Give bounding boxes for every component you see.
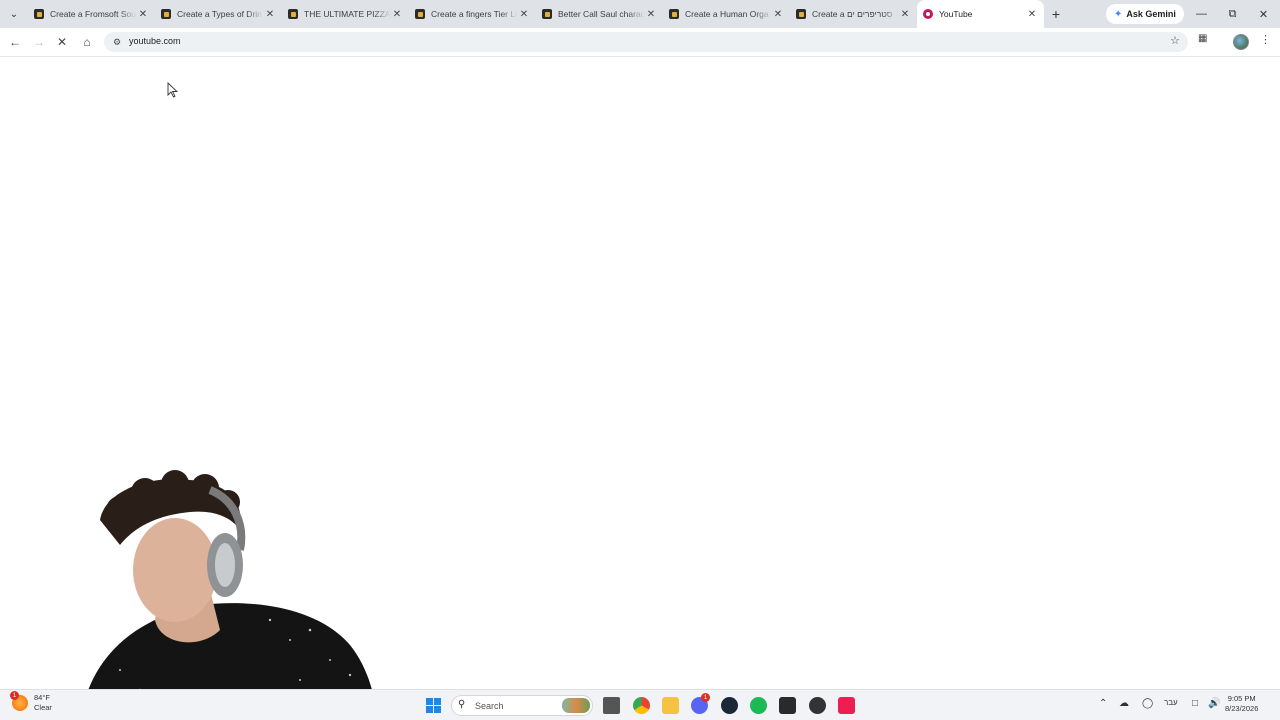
tab-strip: ⌄ Create a Fromsoft Sou ✕ Create a Types… [0, 0, 1280, 28]
clock-date: 8/23/2026 [1225, 704, 1259, 713]
tiermaker-favicon-icon [288, 9, 298, 19]
tiermaker-favicon-icon [796, 9, 806, 19]
stop-loading-icon[interactable]: ✕ [52, 33, 72, 51]
search-label: Search [475, 701, 504, 711]
bookmark-star-icon[interactable]: ☆ [1170, 34, 1180, 47]
tab[interactable]: Create a Fromsoft Sou ✕ [28, 0, 155, 28]
mouse-cursor-icon [167, 82, 179, 98]
ask-gemini-button[interactable]: ✦ Ask Gemini [1106, 4, 1184, 24]
discord-icon[interactable]: 1 [691, 693, 710, 714]
tab-title: Create a Fromsoft Sou [50, 9, 136, 19]
gemini-sparkle-icon: ✦ [1114, 8, 1123, 20]
clock-time: 9:05 PM [1227, 694, 1256, 703]
close-tab-icon[interactable]: ✕ [645, 9, 657, 20]
discord-badge: 1 [701, 693, 710, 702]
clock[interactable]: 9:05 PM 8/23/2026 [1225, 694, 1258, 714]
windows-start-icon[interactable] [425, 697, 442, 714]
taskbar-search[interactable]: ⚲ Search [451, 695, 593, 716]
tab-active[interactable]: YouTube ✕ [917, 0, 1044, 28]
tab-list: Create a Fromsoft Sou ✕ Create a Types o… [28, 0, 1044, 28]
close-tab-icon[interactable]: ✕ [1026, 9, 1038, 20]
tray-chevron-up-icon[interactable]: ⌃ [1099, 698, 1107, 709]
tab[interactable]: Create a Types of Drin ✕ [155, 0, 282, 28]
close-tab-icon[interactable]: ✕ [899, 9, 911, 20]
tiermaker-favicon-icon [34, 9, 44, 19]
tab-title: YouTube [939, 9, 973, 19]
forward-arrow-icon[interactable]: → [29, 33, 49, 51]
tab-title: THE ULTIMATE PIZZA T [304, 9, 391, 19]
close-tab-icon[interactable]: ✕ [518, 9, 530, 20]
search-icon: ⚲ [458, 699, 466, 710]
close-window-icon[interactable]: ✕ [1248, 0, 1279, 28]
close-tab-icon[interactable]: ✕ [772, 9, 784, 20]
onedrive-cloud-icon[interactable]: ☁ [1119, 698, 1129, 709]
tab[interactable]: Create a fingers Tier Li ✕ [409, 0, 536, 28]
volume-icon[interactable]: 🔊 [1208, 698, 1220, 709]
epic-games-icon[interactable] [779, 697, 796, 714]
tab-title: Create a סטריפרים ים [812, 9, 893, 19]
tiktok-icon[interactable] [838, 697, 855, 714]
search-highlight-art [562, 698, 590, 713]
language-indicator[interactable]: עבר [1164, 698, 1178, 707]
tiermaker-favicon-icon [161, 9, 171, 19]
weather-badge: 1 [10, 691, 19, 700]
webcam-overlay [80, 470, 442, 720]
tab-title: Create a fingers Tier Li [431, 9, 517, 19]
close-tab-icon[interactable]: ✕ [264, 9, 276, 20]
weather-widget[interactable]: 1 84°F Clear [10, 691, 52, 713]
browser-toolbar: ← → ✕ ⌂ ⚙ youtube.com ☆ [0, 28, 1280, 57]
back-arrow-icon[interactable]: ← [5, 33, 25, 51]
app-icon[interactable] [809, 697, 826, 714]
network-icon[interactable]: □ [1192, 698, 1198, 709]
tab-title: Create a Types of Drin [177, 9, 262, 19]
minimize-icon[interactable]: — [1186, 0, 1217, 28]
address-bar[interactable]: ⚙ youtube.com ☆ [104, 32, 1188, 52]
chrome-icon[interactable] [633, 697, 650, 714]
weather-text: 84°F Clear [34, 693, 52, 713]
close-tab-icon[interactable]: ✕ [391, 9, 403, 20]
tiermaker-favicon-icon [542, 9, 552, 19]
close-tab-icon[interactable]: ✕ [137, 9, 149, 20]
windows-taskbar: 1 84°F Clear ⚲ Search 1 ⌃ ☁ ◯ עבר □ 🔊 9:… [0, 689, 1280, 720]
profile-avatar[interactable] [1233, 34, 1249, 50]
url-text[interactable]: youtube.com [129, 36, 181, 46]
site-info-icon[interactable]: ⚙ [110, 35, 124, 49]
tab[interactable]: Better Call Saul charac ✕ [536, 0, 663, 28]
restore-icon[interactable]: ⧉ [1217, 0, 1248, 28]
tab[interactable]: Create a סטריפרים ים ✕ [790, 0, 917, 28]
weather-temp: 84°F [34, 693, 50, 702]
microphone-icon[interactable]: ◯ [1142, 698, 1153, 709]
tiermaker-favicon-icon [415, 9, 425, 19]
spotify-icon[interactable] [750, 697, 767, 714]
extensions-puzzle-icon[interactable]: ▦ [1198, 33, 1212, 47]
tab-title: Create a Human Orga [685, 9, 769, 19]
tab-title: Better Call Saul charac [558, 9, 645, 19]
tab-search-chevron-icon[interactable]: ⌄ [0, 0, 28, 28]
browser-menu-icon[interactable]: ⋮ [1260, 33, 1271, 46]
home-icon[interactable]: ⌂ [77, 33, 97, 51]
tiermaker-favicon-icon [669, 9, 679, 19]
ask-gemini-label: Ask Gemini [1126, 9, 1176, 19]
file-explorer-icon[interactable] [662, 697, 679, 714]
youtube-favicon-icon [923, 9, 933, 19]
new-tab-button[interactable]: + [1044, 0, 1068, 28]
window-controls: — ⧉ ✕ [1186, 0, 1279, 28]
steam-icon[interactable] [721, 697, 738, 714]
weather-condition: Clear [34, 703, 52, 712]
weather-sun-icon: 1 [10, 691, 28, 711]
task-view-icon[interactable] [603, 697, 620, 714]
tab[interactable]: THE ULTIMATE PIZZA T ✕ [282, 0, 409, 28]
tab[interactable]: Create a Human Orga ✕ [663, 0, 790, 28]
